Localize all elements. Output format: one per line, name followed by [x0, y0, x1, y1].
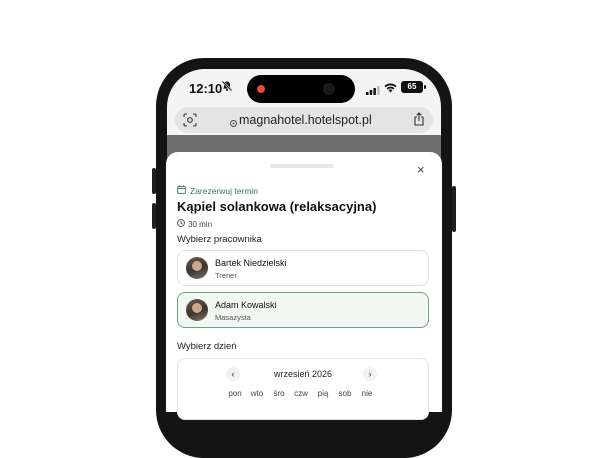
signal-icon — [366, 83, 380, 98]
clock-icon — [177, 219, 185, 229]
url-text[interactable]: magnahotel.hotelspot.pl — [239, 113, 372, 127]
recording-dot-icon — [257, 85, 265, 93]
day-section-label: Wybierz dzień — [177, 341, 237, 352]
sheet-drag-handle[interactable] — [270, 164, 334, 168]
status-time: 12:10 — [189, 81, 223, 96]
booking-sheet: × Zarezerwuj termin Kąpiel solankowa (re… — [166, 152, 442, 420]
chevron-right-icon[interactable]: › — [363, 367, 377, 381]
url-text-container[interactable]: magnahotel.hotelspot.pl — [230, 113, 372, 127]
weekday-row: pon wto śro czw pią sob nie — [224, 389, 378, 398]
wifi-icon — [384, 81, 397, 96]
battery-cap — [424, 85, 426, 89]
camera-icon — [323, 83, 335, 95]
weekday-label: nie — [361, 389, 373, 398]
employee-section-label: Wybierz pracownika — [177, 234, 262, 245]
weekday-label: śro — [273, 389, 285, 398]
power-button — [452, 186, 456, 232]
duration-text: 30 min — [188, 219, 213, 229]
service-title: Kąpiel solankowa (relaksacyjna) — [177, 199, 377, 214]
weekday-label: pon — [228, 389, 242, 398]
dynamic-island — [247, 75, 355, 103]
volume-down-button — [152, 203, 156, 229]
share-icon[interactable] — [413, 112, 425, 131]
employee-card-adam[interactable]: Adam Kowalski Masazysta — [177, 292, 429, 328]
weekday-label: wto — [250, 389, 264, 398]
employee-card-bartek[interactable]: Bartek Niedzielski Trener — [177, 250, 429, 286]
close-icon[interactable]: × — [417, 163, 425, 176]
employee-role: Trener — [215, 271, 237, 280]
site-info-icon[interactable] — [230, 116, 237, 130]
booking-label-text: Zarezerwuj termin — [190, 185, 259, 196]
calendar: ‹ wrzesień 2026 › pon wto śro czw pią so… — [177, 358, 429, 420]
avatar — [186, 257, 208, 279]
battery-icon: 65 — [401, 81, 423, 93]
status-bar: 12:10 65 — [167, 69, 441, 105]
weekday-label: sob — [338, 389, 352, 398]
volume-up-button — [152, 168, 156, 194]
employee-name: Adam Kowalski — [215, 300, 277, 310]
lens-icon[interactable] — [183, 113, 197, 132]
calendar-icon — [177, 185, 186, 196]
avatar — [186, 299, 208, 321]
calendar-month: wrzesień 2026 — [273, 369, 333, 379]
employee-role: Masazysta — [215, 313, 251, 322]
duration: 30 min — [177, 219, 212, 229]
weekday-label: czw — [294, 389, 308, 398]
booking-label: Zarezerwuj termin — [177, 185, 258, 196]
weekday-label: pią — [317, 389, 329, 398]
bell-muted-icon — [221, 80, 233, 95]
address-bar[interactable]: magnahotel.hotelspot.pl — [175, 107, 433, 133]
employee-name: Bartek Niedzielski — [215, 258, 287, 268]
